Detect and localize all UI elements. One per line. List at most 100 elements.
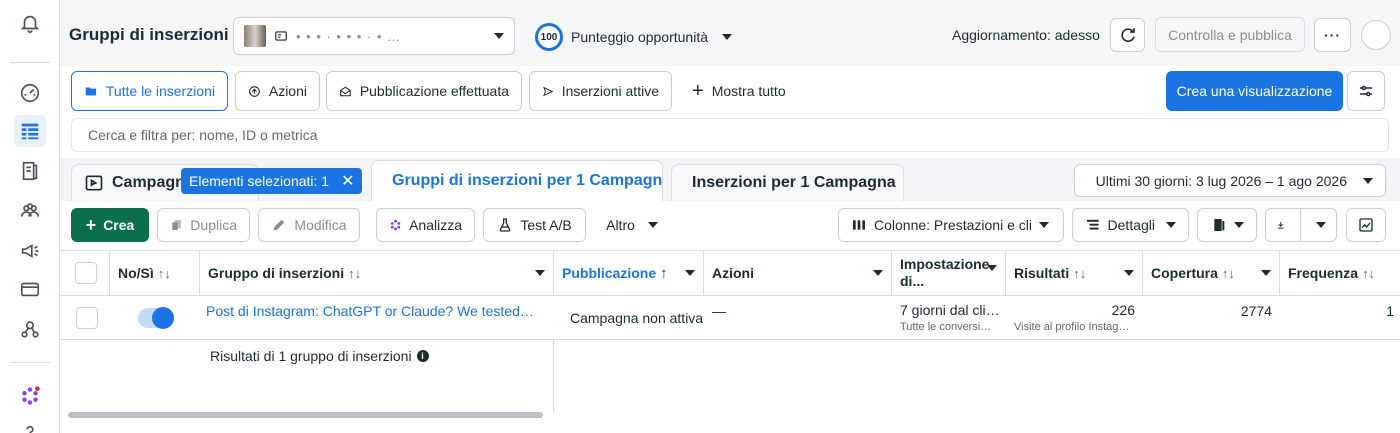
- chevron-down-icon[interactable]: [1261, 270, 1271, 276]
- header-results[interactable]: Risultati ↑↓: [1006, 251, 1143, 295]
- filter-label: Inserzioni attive: [561, 83, 659, 99]
- sort-icon: ↑↓: [1362, 265, 1376, 281]
- results-cell: 226 Visite al profilo Instag…: [1006, 296, 1143, 339]
- header-label: Pubblicazione: [562, 265, 657, 281]
- opportunity-score[interactable]: 100 Punteggio opportunità: [535, 23, 732, 51]
- dashboard-gauge-icon[interactable]: [14, 77, 46, 109]
- ad-account-selector[interactable]: • • • · • • • · • …: [233, 17, 515, 55]
- edit-button[interactable]: Modifica: [258, 208, 360, 242]
- header-label: Frequenza: [1288, 265, 1359, 281]
- info-icon[interactable]: i: [416, 350, 429, 362]
- sort-icon: ↑↓: [1221, 265, 1235, 281]
- duplicate-button[interactable]: Duplica: [157, 208, 250, 242]
- ads-manager-table-icon[interactable]: [14, 115, 46, 147]
- edit-label: Modifica: [294, 217, 347, 233]
- onoff-toggle[interactable]: [138, 306, 174, 329]
- score-label: Punteggio opportunità: [571, 29, 708, 45]
- header-attribution-setting[interactable]: Impostazione di...: [892, 251, 1006, 295]
- row-checkbox[interactable]: [76, 306, 98, 329]
- columns-icon: [853, 220, 865, 230]
- chevron-down-icon[interactable]: [535, 270, 545, 276]
- export-split-button[interactable]: [1265, 208, 1337, 242]
- more-options-button[interactable]: ···: [1314, 18, 1351, 52]
- frequency-value: 1: [1386, 303, 1394, 319]
- details-label: Dettagli: [1107, 217, 1155, 233]
- tab-ads[interactable]: Inserzioni per 1 Campagna: [671, 164, 904, 201]
- table-row[interactable]: Post di Instagram: ChatGPT or Claude? We…: [60, 296, 1400, 340]
- delivery-status: Campagna non attiva: [570, 309, 704, 326]
- filter-actions[interactable]: Azioni: [235, 71, 320, 111]
- horizontal-scrollbar[interactable]: [68, 412, 543, 418]
- chevron-down-icon[interactable]: [873, 270, 883, 276]
- business-tools-network-icon[interactable]: [14, 313, 46, 345]
- tab-adsets[interactable]: Gruppi di inserzioni per 1 Campagna: [371, 160, 663, 201]
- filter-delivered[interactable]: Pubblicazione effettuata: [326, 71, 522, 111]
- chevron-down-icon: [1039, 222, 1049, 228]
- filter-active-ads[interactable]: Inserzioni attive: [529, 71, 672, 111]
- reports-book-icon[interactable]: [14, 155, 46, 187]
- reports-dropdown[interactable]: [1197, 208, 1257, 242]
- adset-name-cell: Post di Instagram: ChatGPT or Claude? We…: [198, 296, 554, 339]
- filter-settings-button[interactable]: [1347, 71, 1385, 111]
- attribution-value: 7 giorni dal cli…: [900, 302, 1000, 318]
- meta-ai-sparkle-icon[interactable]: [14, 380, 46, 412]
- header-label: Risultati: [1014, 265, 1070, 281]
- avatar[interactable]: [1361, 20, 1391, 50]
- campaign-megaphone-icon[interactable]: [14, 235, 46, 267]
- chevron-down-icon[interactable]: [1316, 222, 1326, 228]
- filter-all-ads[interactable]: Tutte le inserzioni: [71, 71, 228, 111]
- chevron-down-icon[interactable]: [1124, 270, 1134, 276]
- header-label: Copertura: [1151, 265, 1218, 281]
- filter-label: Azioni: [268, 83, 307, 99]
- chevron-down-icon[interactable]: [685, 270, 695, 276]
- results-summary: Risultati di 1 gruppo di inserzioni i: [210, 348, 429, 364]
- filter-show-all[interactable]: + Mostra tutto: [680, 71, 795, 111]
- header-actions[interactable]: Azioni: [704, 251, 892, 295]
- create-button[interactable]: + Crea: [71, 208, 149, 242]
- help-question-icon[interactable]: [14, 416, 46, 433]
- close-icon[interactable]: ✕: [341, 171, 354, 191]
- chevron-down-icon: [494, 33, 504, 39]
- billing-card-icon[interactable]: [14, 273, 46, 305]
- meta-ai-sparkle-icon: [390, 219, 401, 231]
- charts-button[interactable]: [1346, 208, 1386, 242]
- chevron-down-icon: [1363, 177, 1373, 184]
- analyze-button[interactable]: Analizza: [376, 208, 475, 242]
- header-frequency[interactable]: Frequenza ↑↓: [1280, 251, 1400, 295]
- breakdown-list-icon: [1086, 219, 1099, 230]
- columns-label: Colonne: Prestazioni e clic: [874, 217, 1032, 233]
- more-actions-dropdown[interactable]: Altro: [598, 208, 666, 242]
- chevron-down-icon[interactable]: [987, 265, 997, 271]
- select-all-checkbox[interactable]: [75, 262, 97, 284]
- header-reach[interactable]: Copertura ↑↓: [1143, 251, 1280, 295]
- split-divider: [1300, 208, 1301, 242]
- score-ring: 100: [535, 23, 563, 51]
- audiences-people-icon[interactable]: [14, 195, 46, 227]
- details-dropdown[interactable]: Dettagli: [1072, 208, 1189, 242]
- adset-name-link[interactable]: Post di Instagram: ChatGPT or Claude? We…: [206, 303, 546, 319]
- header-delivery[interactable]: Pubblicazione ↑: [554, 251, 704, 295]
- refresh-icon: [1120, 28, 1135, 42]
- sort-icon: ↑↓: [157, 265, 171, 281]
- report-book-icon: [1213, 219, 1224, 231]
- header-onoff[interactable]: No/Sì ↑↓: [110, 251, 200, 295]
- create-view-button[interactable]: Crea una visualizzazione: [1166, 71, 1343, 111]
- columns-dropdown[interactable]: Colonne: Prestazioni e clic: [838, 208, 1064, 242]
- refresh-button[interactable]: [1110, 18, 1145, 52]
- header-adset[interactable]: Gruppo di inserzioni ↑↓: [200, 251, 554, 295]
- filter-label: Pubblicazione effettuata: [359, 83, 509, 99]
- search-input[interactable]: Cerca e filtra per: nome, ID o metrica: [71, 118, 1389, 152]
- left-navigation: [0, 0, 60, 433]
- header-label: Azioni: [712, 265, 754, 281]
- column-divider: [553, 340, 554, 412]
- delivery-cell: Campagna non attiva: [554, 296, 704, 339]
- filter-label: Tutte le inserzioni: [105, 83, 215, 99]
- notifications-bell-icon[interactable]: [14, 7, 46, 39]
- chevron-down-icon: [647, 222, 658, 228]
- ab-test-button[interactable]: Test A/B: [483, 208, 586, 242]
- selected-items-badge[interactable]: Elementi selezionati: 1 ✕: [181, 168, 363, 194]
- review-publish-button[interactable]: Controlla e pubblica: [1155, 17, 1305, 52]
- date-range-picker[interactable]: Ultimi 30 giorni: 3 lug 2026 – 1 ago 202…: [1074, 164, 1386, 197]
- search-placeholder: Cerca e filtra per: nome, ID o metrica: [88, 127, 318, 143]
- update-status: Aggiornamento: adesso: [952, 27, 1100, 43]
